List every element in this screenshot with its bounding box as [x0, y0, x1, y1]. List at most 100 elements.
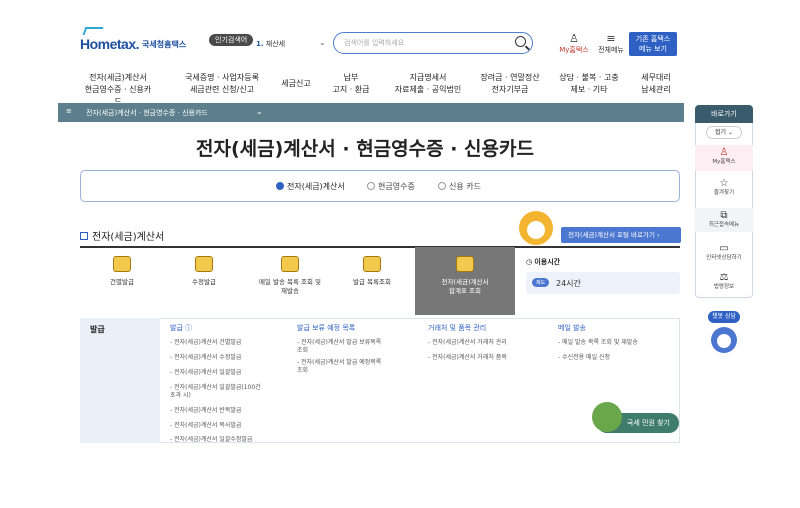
- tab-cash-receipt[interactable]: 현금영수증: [367, 181, 415, 192]
- popular-search-term[interactable]: 1. 재산세: [256, 39, 285, 49]
- list-item[interactable]: - 메일 발송 목록 조회 및 재발송: [558, 339, 678, 347]
- quick-menu-fold-button[interactable]: 접기 ⌄: [706, 126, 742, 139]
- panel-side: [80, 318, 160, 443]
- quick-menu-head: 바로가기: [695, 105, 753, 123]
- list-item[interactable]: 조회: [297, 367, 417, 375]
- service-label: 전자(세금)계산서: [441, 278, 489, 286]
- nav-label: 세금관련 신청/신고: [189, 85, 255, 94]
- logo-roof-icon: [82, 27, 104, 35]
- chevron-down-icon[interactable]: ⌄: [256, 107, 263, 116]
- list-item[interactable]: 조회: [297, 347, 417, 355]
- logo-mark: Hometax.: [80, 36, 140, 52]
- service-label: 메일 발송 목록 조회 및: [258, 278, 322, 286]
- list-item[interactable]: - 전자(세금)계산서 복사발급: [170, 422, 288, 430]
- old-hometax-button[interactable]: 기존 홈택스메뉴 보기: [629, 32, 677, 56]
- person-icon: ♙: [719, 147, 729, 158]
- list-item[interactable]: - 전자(세금)계산서 일괄수정발급: [170, 436, 288, 442]
- nav-item-payment[interactable]: 납부고지 · 환급: [326, 72, 376, 96]
- popular-term: 재산세: [265, 40, 286, 48]
- einvoice-portal-button[interactable]: 전자(세금)계산서 포털 바로가기 ›: [561, 227, 681, 243]
- tab-label: 현금영수증: [378, 182, 415, 191]
- panel-label: 발급: [90, 325, 105, 334]
- my-hometax-button[interactable]: ♙ My홈택스: [556, 33, 592, 55]
- breadcrumb-current[interactable]: 전자(세금)계산서 · 현금영수증 · 신용카드: [86, 108, 208, 118]
- col-hold-list: - 전자(세금)계산서 발급 보류목록 조회 - 전자(세금)계산서 발급 예정…: [297, 339, 417, 375]
- page-title: 전자(세금)계산서 · 현금영수증 · 신용카드: [196, 138, 534, 160]
- service-single-issue[interactable]: 건별발급: [82, 256, 162, 287]
- nav-item-tax-return[interactable]: 세금신고: [276, 78, 316, 90]
- logo-text: 국세청홈택스: [142, 39, 187, 49]
- tab-credit-card[interactable]: 신용 카드: [438, 181, 481, 192]
- chatbot-badge[interactable]: 챗봇 상담: [708, 311, 740, 323]
- section-title: 전자(세금)계산서: [80, 228, 164, 243]
- menu-icon[interactable]: ≡: [66, 107, 72, 115]
- col-head-issue[interactable]: 발급 ⓘ: [170, 323, 192, 333]
- list-item[interactable]: 초과 시): [170, 392, 288, 400]
- service-revised-issue[interactable]: 수정발급: [164, 256, 244, 287]
- quick-item-label: 최근접속메뉴: [708, 222, 740, 228]
- nav-label: 세무대리: [641, 73, 671, 82]
- col-head-partner[interactable]: 거래처 및 품목 관리: [428, 323, 486, 333]
- list-item[interactable]: - 전자(세금)계산서 건별발급: [170, 339, 288, 347]
- all-menu-button[interactable]: ≡ 전체메뉴: [595, 33, 627, 55]
- quick-item-law[interactable]: ⚖ 법령정보: [695, 272, 753, 291]
- usage-hours-box: [526, 272, 680, 294]
- quick-item-label: My홈택스: [712, 159, 736, 165]
- search-icon[interactable]: [515, 36, 526, 47]
- nav-label: 지급명세서: [409, 73, 447, 82]
- recent-icon: ⧉: [720, 210, 728, 221]
- quick-item-label: 즐겨찾기: [713, 190, 735, 196]
- list-item[interactable]: - 전자(세금)계산서 수정발급: [170, 354, 288, 362]
- nav-label: 세금신고: [281, 79, 311, 88]
- square-icon: [80, 231, 88, 240]
- chevron-down-icon[interactable]: ⌄: [319, 38, 326, 47]
- quick-item-favorites[interactable]: ☆ 즐겨찾기: [695, 178, 753, 197]
- quick-item-myhome[interactable]: ♙ My홈택스: [695, 145, 753, 171]
- nav-label: 납부: [343, 73, 359, 82]
- all-menu-label: 전체메뉴: [598, 46, 624, 54]
- service-summary[interactable]: 전자(세금)계산서 합계표 조회: [425, 256, 505, 296]
- list-item[interactable]: - 전자(세금)계산서 거래처 품목: [428, 354, 546, 362]
- list-item[interactable]: - 전자(세금)계산서 일괄발급(100건: [170, 384, 288, 392]
- nav-item-agent[interactable]: 세무대리 납세관리: [632, 72, 680, 96]
- service-label: 재발송: [281, 287, 299, 295]
- usage-hours-title: 이용시간: [526, 257, 560, 267]
- list-item[interactable]: - 전자(세금)계산서 거래처 관리: [428, 339, 546, 347]
- mascot-icon: [519, 211, 553, 245]
- old-home-line1: 기존 홈택스: [635, 35, 671, 43]
- col-head-hold[interactable]: 발급 보류 예정 목록: [297, 323, 355, 333]
- col-mail-list: - 메일 발송 목록 조회 및 재발송 - 수신전용 메일 신청: [558, 339, 678, 362]
- radio-icon: [367, 182, 375, 190]
- nav-label: 전자기부금: [491, 85, 529, 94]
- hometax-logo[interactable]: Hometax. 국세청홈택스: [80, 27, 187, 55]
- list-item[interactable]: - 전자(세금)계산서 발급 예정목록: [297, 359, 417, 367]
- col-issue-list: - 전자(세금)계산서 건별발급 - 전자(세금)계산서 수정발급 - 전자(세…: [170, 339, 288, 442]
- col-head-mail[interactable]: 메일 발송: [558, 323, 586, 333]
- service-issue-list[interactable]: 발급 목록조회: [332, 256, 412, 287]
- list-item[interactable]: - 전자(세금)계산서 일괄발급: [170, 369, 288, 377]
- mascot-icon: [592, 402, 622, 432]
- col-partner-list: - 전자(세금)계산서 거래처 관리 - 전자(세금)계산서 거래처 품목: [428, 339, 546, 362]
- list-item[interactable]: - 수신전용 메일 신청: [558, 354, 678, 362]
- quick-item-recent[interactable]: ⧉ 최근접속메뉴: [695, 208, 753, 232]
- nav-label: 전자(세금)계산서: [89, 73, 147, 82]
- usage-hours-value: 24시간: [556, 279, 581, 288]
- radio-icon: [438, 182, 446, 190]
- nav-item-counsel[interactable]: 상담 · 불복 · 고충 제보 · 기타: [556, 72, 622, 96]
- chatbot-icon[interactable]: [711, 327, 737, 353]
- tab-einvoice[interactable]: 전자(세금)계산서: [276, 181, 345, 192]
- list-item[interactable]: - 전자(세금)계산서 반복발급: [170, 407, 288, 415]
- old-home-line2: 메뉴 보기: [639, 45, 667, 53]
- service-label: 수정발급: [192, 278, 216, 286]
- nav-item-statement[interactable]: 지급명세서 자료제출 · 공익법인: [388, 72, 468, 96]
- service-label: 합계표 조회: [449, 287, 481, 295]
- nav-item-certificate[interactable]: 국세증명 · 사업자등록 세금관련 신청/신고: [182, 72, 262, 96]
- service-label: 발급 목록조회: [353, 278, 391, 286]
- service-mail-list[interactable]: 메일 발송 목록 조회 및 재발송: [246, 256, 334, 296]
- divider: [80, 246, 680, 248]
- quick-item-online-counsel[interactable]: ▭ 인터넷상담하기: [695, 243, 753, 262]
- nav-label: 고지 · 환급: [332, 85, 370, 94]
- nav-item-incentive[interactable]: 장려금 · 연말정산 전자기부금: [474, 72, 546, 96]
- list-item[interactable]: - 전자(세금)계산서 발급 보류목록: [297, 339, 417, 347]
- person-icon: ♙: [569, 32, 579, 45]
